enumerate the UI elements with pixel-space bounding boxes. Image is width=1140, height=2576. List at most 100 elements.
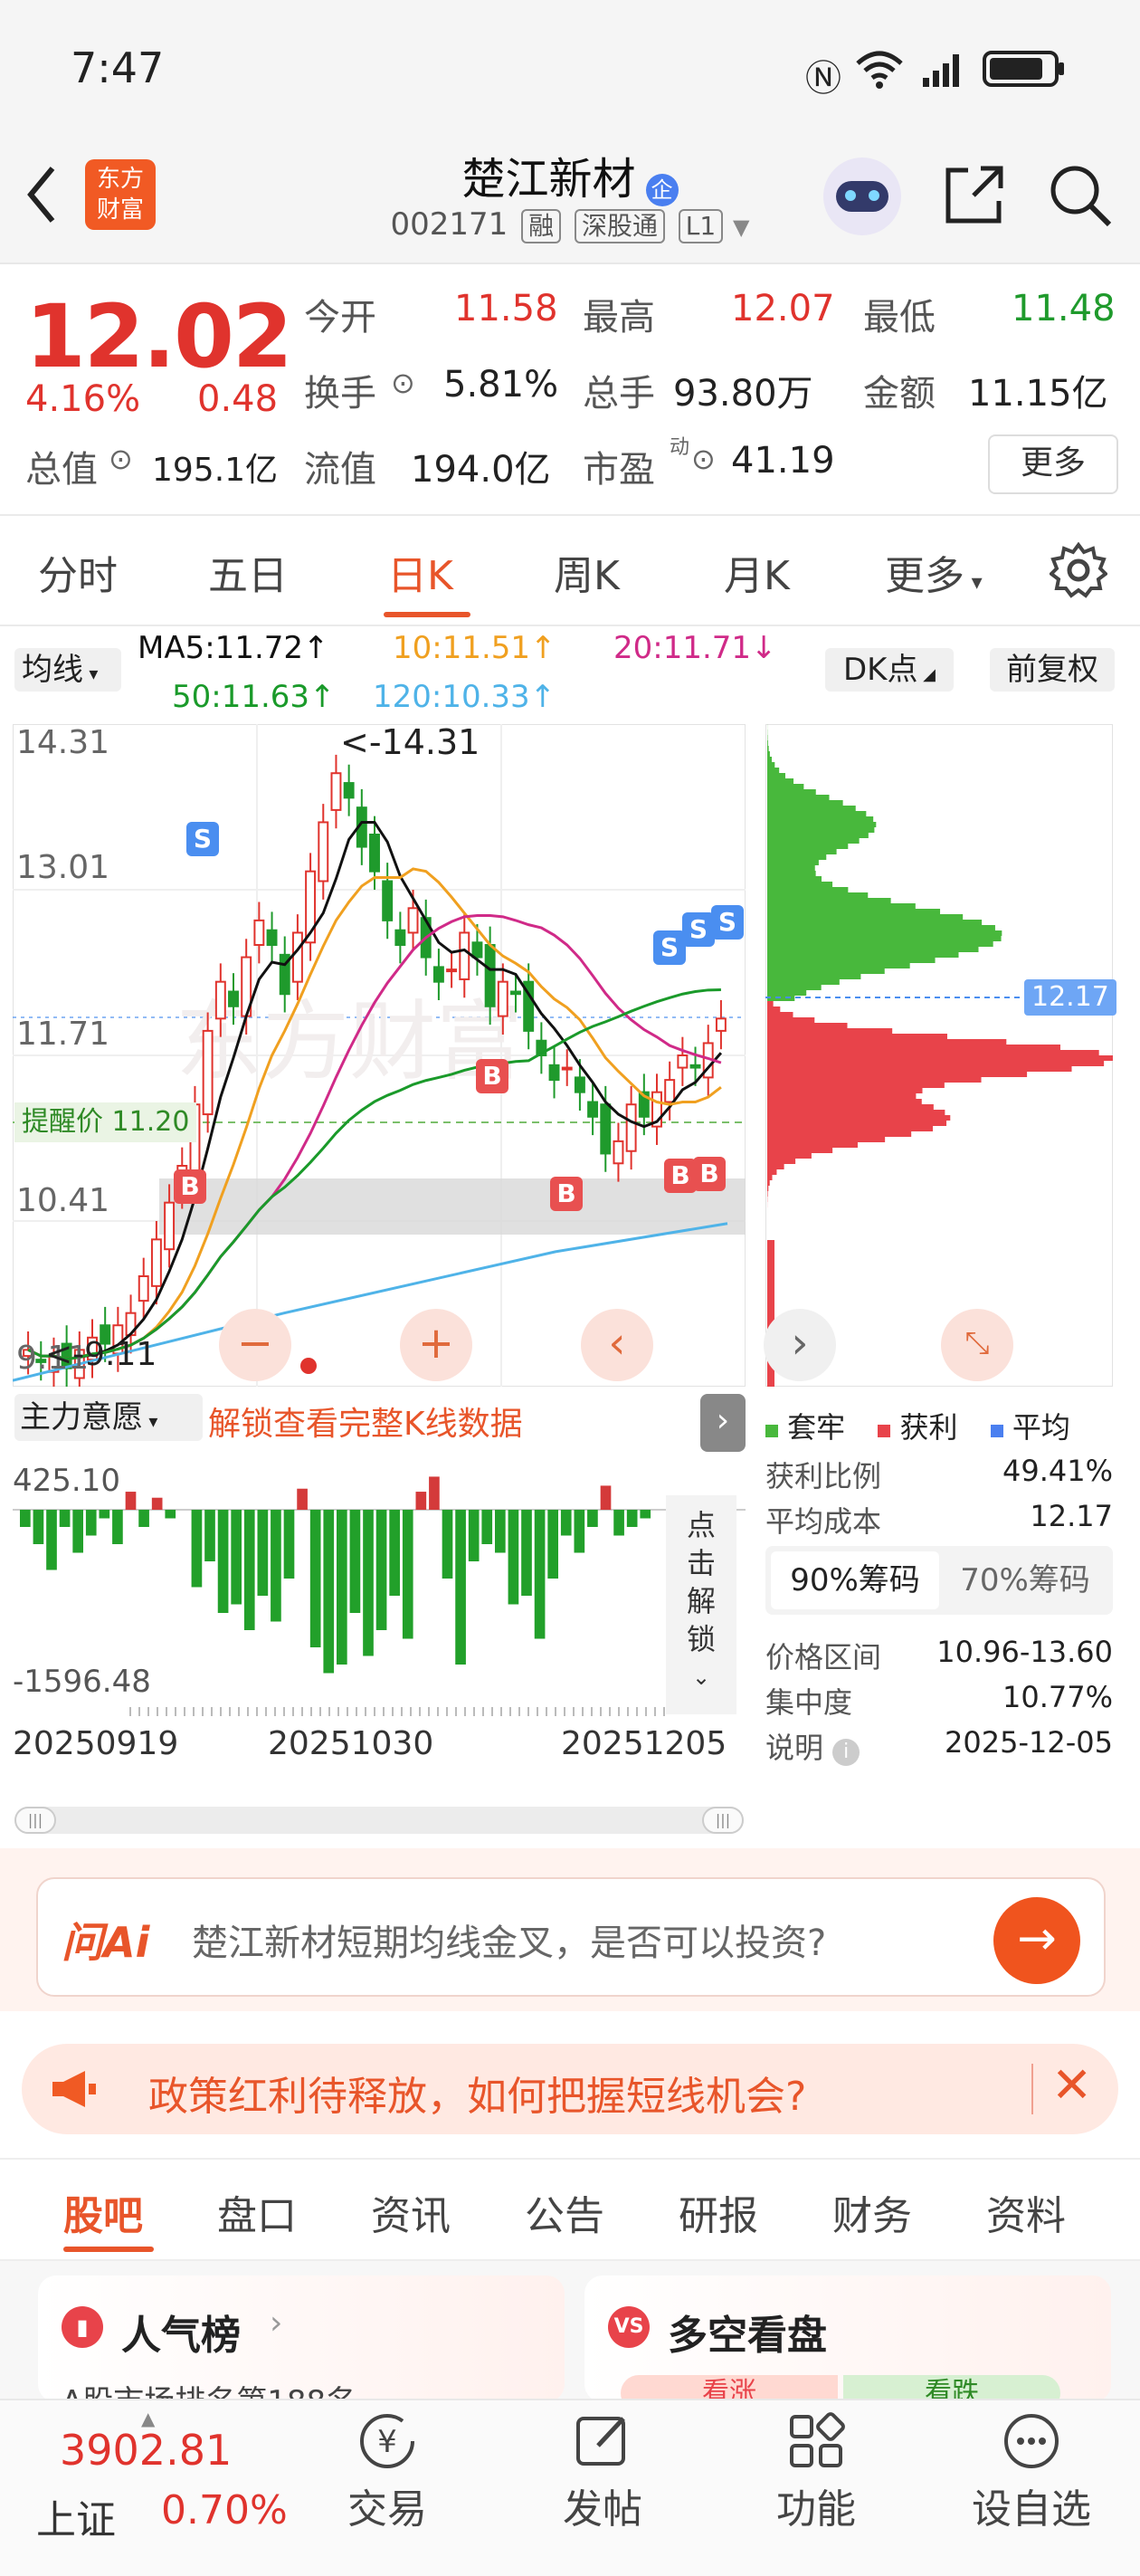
candle-body[interactable] — [139, 1276, 148, 1301]
info-icon[interactable]: i — [832, 1739, 860, 1766]
ma-selector[interactable]: 均线 ▾ — [14, 648, 121, 692]
close-icon[interactable]: ✕ — [1051, 2056, 1092, 2113]
main-force-chart[interactable]: 425.10 -1596.48 点 击 解 锁 ⌄ — [13, 1454, 746, 1716]
chip-distribution[interactable]: 12.17 › ⤡ — [765, 724, 1113, 1387]
more-button[interactable]: 更多 — [988, 434, 1118, 494]
nav-watchlist[interactable]: 设自选 — [959, 2409, 1104, 2534]
candle-body[interactable] — [434, 967, 443, 981]
indicator-selector[interactable]: 主力意愿 ▾ — [14, 1394, 203, 1441]
dk-point-toggle[interactable]: DK点 ◢ — [825, 648, 954, 692]
settings-gear-icon[interactable] — [1050, 541, 1107, 599]
nav-trade[interactable]: ¥ 交易 — [315, 2409, 460, 2534]
index-value[interactable]: 3902.81 — [60, 2426, 232, 2475]
candle-body[interactable] — [165, 1203, 174, 1250]
popularity-card[interactable]: ▮ 人气榜 › A股市场排名第188名 — [38, 2275, 565, 2402]
dropdown-icon[interactable]: ▼ — [733, 215, 749, 240]
tab-monthly-k[interactable]: 月K — [724, 543, 790, 601]
candle-body[interactable] — [152, 1239, 161, 1286]
search-icon[interactable] — [1046, 161, 1115, 230]
promo-banner[interactable]: 政策红利待释放，如何把握短线机会? ✕ — [22, 2044, 1118, 2134]
candle-body[interactable] — [460, 932, 469, 979]
divider — [0, 625, 1140, 626]
candle-body[interactable] — [331, 773, 340, 810]
alert-price-label[interactable]: 提醒价 11.20 — [14, 1102, 196, 1142]
candle-body[interactable] — [588, 1102, 597, 1117]
chip-bar — [767, 1099, 922, 1104]
unlock-vertical-button[interactable]: 点 击 解 锁 ⌄ — [666, 1495, 736, 1714]
ai-send-arrow-icon[interactable]: → — [993, 1897, 1080, 1984]
chip-bar — [767, 1066, 1072, 1072]
candle-body[interactable] — [613, 1141, 622, 1163]
candle-body[interactable] — [345, 783, 354, 797]
info-icon[interactable]: ⊙ — [391, 366, 415, 400]
adjust-toggle[interactable]: 前复权 — [990, 648, 1115, 692]
candle-body[interactable] — [383, 882, 392, 921]
candle-body[interactable] — [691, 1065, 700, 1068]
tab-chip-70[interactable]: 70%筹码 — [943, 1551, 1107, 1609]
tab-profile[interactable]: 资料 — [986, 2183, 1066, 2241]
tab-five-day[interactable]: 五日 — [208, 543, 288, 601]
nav-post[interactable]: 发帖 — [530, 2409, 675, 2534]
y-label: 11.71 — [16, 1016, 109, 1053]
robot-avatar-icon[interactable] — [823, 157, 901, 235]
range-scrollbar[interactable]: ||| ||| — [14, 1807, 744, 1834]
event-dot[interactable] — [300, 1358, 317, 1374]
candle-body[interactable] — [678, 1055, 687, 1068]
range-right-handle[interactable]: ||| — [702, 1807, 744, 1834]
unlock-link[interactable]: 解锁查看完整K线数据 — [208, 1398, 523, 1445]
tab-chip-90[interactable]: 90%筹码 — [771, 1551, 939, 1609]
expand-chip-button[interactable]: › — [764, 1309, 836, 1381]
nav-functions[interactable]: 功能 — [744, 2409, 888, 2534]
tab-daily-k[interactable]: 日K — [387, 543, 453, 601]
long-short-card[interactable]: VS 多空看盘 看涨 看跌 — [584, 2275, 1111, 2402]
fullscreen-icon[interactable]: ⤡ — [941, 1309, 1013, 1381]
info-icon[interactable]: ⊙ — [109, 442, 133, 476]
tab-forum[interactable]: 股吧 — [63, 2183, 143, 2241]
candle-body[interactable] — [447, 969, 456, 971]
range-left-handle[interactable]: ||| — [14, 1807, 56, 1834]
candle-body[interactable] — [486, 945, 495, 1007]
candle-body[interactable] — [216, 982, 225, 1019]
candle-body[interactable] — [370, 835, 379, 872]
candle-body[interactable] — [254, 921, 263, 945]
candle-body[interactable] — [395, 930, 404, 945]
tab-news[interactable]: 资讯 — [371, 2183, 451, 2241]
candle-body[interactable] — [601, 1104, 610, 1153]
candle-body[interactable] — [665, 1080, 674, 1102]
scroll-left-button[interactable]: ‹ — [581, 1309, 653, 1381]
candle-body[interactable] — [627, 1104, 636, 1151]
index-change[interactable]: 0.70% — [161, 2487, 288, 2533]
candle-body[interactable] — [563, 1068, 572, 1070]
candle-body[interactable] — [409, 908, 418, 932]
kline-chart[interactable]: 东方财富 14.31 13.01 11.71 10.41 9.11 <-14.3… — [13, 724, 746, 1387]
tab-finance[interactable]: 财务 — [832, 2183, 912, 2241]
note-label-wrap[interactable]: 说明 i — [765, 1725, 860, 1767]
info-icon[interactable]: ⊙ — [691, 442, 716, 476]
tab-intraday[interactable]: 分时 — [38, 543, 118, 601]
tab-orderbook[interactable]: 盘口 — [217, 2183, 297, 2241]
candle-body[interactable] — [550, 1065, 559, 1080]
index-name[interactable]: 上证 — [36, 2487, 116, 2545]
candle-body[interactable] — [293, 932, 302, 981]
candle-body[interactable] — [717, 1018, 726, 1031]
candle-body[interactable] — [268, 930, 277, 945]
zoom-out-button[interactable]: − — [219, 1309, 291, 1381]
candle-body[interactable] — [472, 942, 481, 957]
ai-question-box[interactable]: 问Ai 楚江新材短期均线金叉，是否可以投资? → — [36, 1877, 1106, 1997]
tab-weekly-k[interactable]: 周K — [554, 543, 620, 601]
tab-more[interactable]: 更多 ▾ — [885, 543, 983, 601]
grid-icon — [744, 2409, 888, 2476]
chip-bar — [767, 1142, 858, 1148]
candle-body[interactable] — [204, 1031, 213, 1114]
tab-announcements[interactable]: 公告 — [525, 2183, 604, 2241]
candle-body[interactable] — [499, 982, 508, 1016]
candle-body[interactable] — [318, 822, 328, 881]
share-icon[interactable] — [941, 161, 1008, 228]
candle-body[interactable] — [229, 992, 238, 1007]
zoom-in-button[interactable]: + — [400, 1309, 472, 1381]
unlock-arrow-icon[interactable]: › — [700, 1394, 746, 1452]
chip-bar — [767, 1137, 885, 1142]
candle-body[interactable] — [511, 992, 520, 995]
tab-research[interactable]: 研报 — [679, 2183, 758, 2241]
candle-body[interactable] — [575, 1077, 584, 1092]
